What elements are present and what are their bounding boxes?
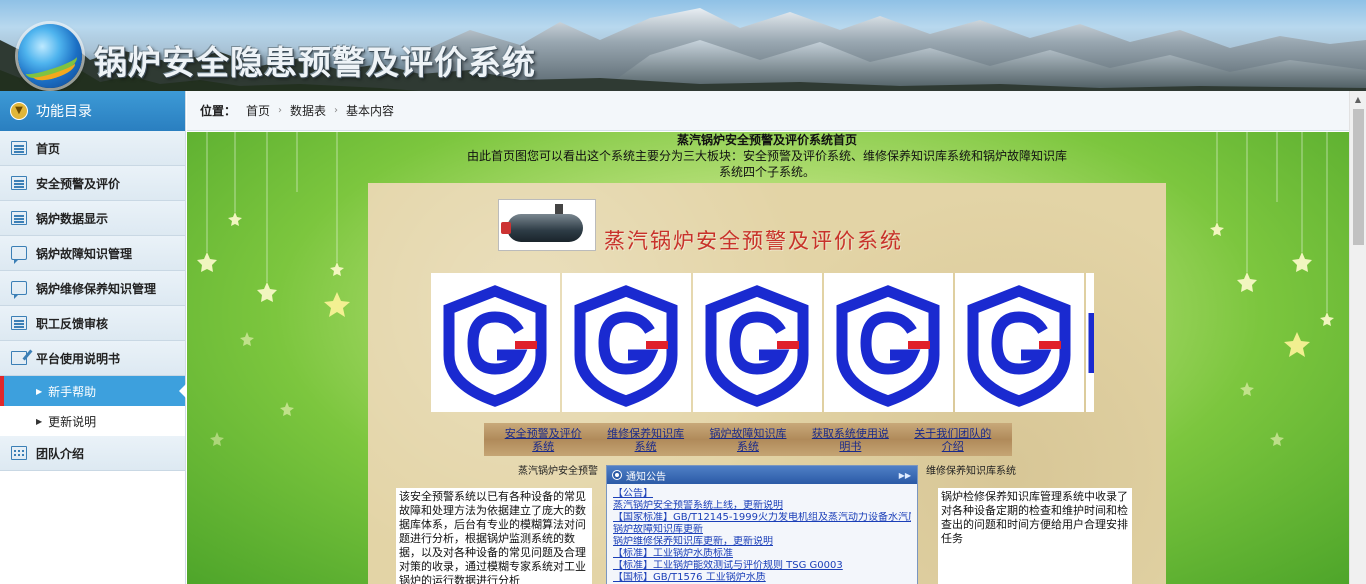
g-shield-logo-icon <box>955 273 1084 412</box>
page-title: 蒸汽锅炉安全预警及评价系统首页 <box>676 133 857 147</box>
caret-right-icon: ▶ <box>36 386 43 396</box>
sidebar-subitem-label: 更新说明 <box>48 414 97 429</box>
preview-left-column-title: 蒸汽锅炉安全预警 <box>518 466 598 477</box>
sidebar-header[interactable]: ▼ 功能目录 <box>0 91 185 131</box>
sidebar-item-team[interactable]: 团队介绍 <box>0 436 185 471</box>
g-shield-logo-icon <box>431 273 560 412</box>
list-icon <box>11 176 27 190</box>
g-shield-logo-icon <box>824 273 953 412</box>
chevron-right-icon: › <box>278 105 283 116</box>
sidebar-item-label: 安全预警及评价 <box>36 176 121 191</box>
notice-item: 蒸汽锅炉安全预警系统上线，更新说明 <box>613 500 783 511</box>
sidebar-item-label: 锅炉故障知识管理 <box>36 246 133 261</box>
list-icon <box>11 316 27 330</box>
sidebar-item-label: 首页 <box>36 141 61 156</box>
edit-icon <box>11 351 27 365</box>
preview-right-text: 锅炉检修保养知识库管理系统中收录了对各种设备定期的检查和维护时间和检查出的问题和… <box>938 488 1132 584</box>
vertical-scrollbar[interactable]: ▲ <box>1349 91 1366 584</box>
preview-nav-link: 安全预警及评价系统 <box>504 426 582 453</box>
sidebar-item-feedback-review[interactable]: 职工反馈审核 <box>0 306 185 341</box>
sidebar-item-manual[interactable]: 平台使用说明书 <box>0 341 185 376</box>
homepage-preview-image: 蒸汽锅炉安全预警及评价系统 安全预警及评价系统 维修保养知识库系统 锅炉故障知识… <box>368 183 1166 584</box>
sidebar-item-safety-warning[interactable]: 安全预警及评价 <box>0 166 185 201</box>
calendar-icon <box>11 446 27 460</box>
notice-item: 锅炉故障知识库更新 <box>613 524 703 535</box>
chevron-right-icon: › <box>334 105 339 116</box>
preview-right-column-title: 维修保养知识库系统 <box>926 466 1016 477</box>
sidebar-item-label: 锅炉数据显示 <box>36 211 109 226</box>
chat-icon <box>11 281 27 299</box>
breadcrumb-basic-content[interactable]: 基本内容 <box>346 102 394 119</box>
notice-item: 锅炉维修保养知识库更新，更新说明 <box>613 536 773 547</box>
sidebar-item-fault-knowledge[interactable]: 锅炉故障知识管理 <box>0 236 185 271</box>
g-shield-logo-icon <box>1086 273 1094 412</box>
chat-icon <box>11 246 27 264</box>
app-title: 锅炉安全隐患预警及评价系统 <box>94 43 536 82</box>
notice-item: 【国家标准】GB/T12145-1999火力发电机组及蒸汽动力设备水汽质量 <box>613 512 911 523</box>
sidebar: ▼ 功能目录 首页 安全预警及评价 锅炉数据显示 锅炉故障知识管理 锅炉维修保养… <box>0 91 186 584</box>
list-icon <box>11 211 27 225</box>
more-arrows-icon: ▶▶ <box>898 470 911 480</box>
notice-item: 【标准】工业锅炉水质标准 <box>613 548 733 559</box>
preview-notice-panel: 通知公告 ▶▶ 【公告】 蒸汽锅炉安全预警系统上线，更新说明 【国家标准】GB/… <box>606 465 918 584</box>
globe-logo-icon <box>18 24 82 88</box>
sidebar-item-label: 职工反馈审核 <box>36 316 109 331</box>
notice-item: 【公告】 <box>613 488 653 499</box>
preview-nav-link: 维修保养知识库系统 <box>607 426 685 453</box>
sidebar-subitem-label: 新手帮助 <box>48 384 97 399</box>
sidebar-item-label: 锅炉维修保养知识管理 <box>36 281 157 296</box>
intro-block: 蒸汽锅炉安全预警及评价系统首页 由此首页图您可以看出这个系统主要分为三大板块：安… <box>467 132 1067 180</box>
notice-item: 【标准】工业锅炉能效测试与评价规则 TSG G0003 <box>613 560 843 571</box>
app-header: 锅炉安全隐患预警及评价系统 <box>0 0 1366 91</box>
g-shield-logo-icon <box>693 273 822 412</box>
g-shield-logo-icon <box>562 273 691 412</box>
logo-strip <box>431 273 1094 412</box>
notice-header: 通知公告 ▶▶ <box>607 466 917 484</box>
breadcrumb-home[interactable]: 首页 <box>246 102 270 119</box>
caret-right-icon: ▶ <box>36 416 43 426</box>
preview-nav-link: 锅炉故障知识库系统 <box>709 426 787 453</box>
sidebar-subitem-beginner-help[interactable]: ▶ 新手帮助 <box>0 376 186 406</box>
preview-nav-link: 获取系统使用说明书 <box>811 426 889 453</box>
sidebar-title: 功能目录 <box>36 104 92 120</box>
preview-nav-bar: 安全预警及评价系统 维修保养知识库系统 锅炉故障知识库系统 获取系统使用说明书 … <box>484 423 1012 456</box>
scrollbar-thumb[interactable] <box>1353 109 1364 245</box>
preview-left-text: 该安全预警系统以已有各种设备的常见故障和处理方法为依据建立了庞大的数据库体系，后… <box>396 488 592 584</box>
boiler-image <box>498 199 596 251</box>
sidebar-item-boiler-data[interactable]: 锅炉数据显示 <box>0 201 185 236</box>
preview-system-title: 蒸汽锅炉安全预警及评价系统 <box>604 229 903 253</box>
notice-item: 【国标】GB/T1576 工业锅炉水质 <box>613 572 766 583</box>
notice-list: 【公告】 蒸汽锅炉安全预警系统上线，更新说明 【国家标准】GB/T12145-1… <box>607 484 917 584</box>
breadcrumb-label: 位置： <box>200 104 237 118</box>
breadcrumb-data-table[interactable]: 数据表 <box>290 102 326 119</box>
list-icon <box>11 141 27 155</box>
sidebar-subitem-update-notes[interactable]: ▶ 更新说明 <box>0 406 185 436</box>
preview-nav-link: 关于我们团队的介绍 <box>914 426 992 453</box>
main-content: 蒸汽锅炉安全预警及评价系统首页 由此首页图您可以看出这个系统主要分为三大板块：安… <box>187 132 1349 584</box>
notice-title: 通知公告 <box>626 471 666 483</box>
page-description: 由此首页图您可以看出这个系统主要分为三大板块：安全预警及评价系统、维修保养知识库… <box>467 149 1068 179</box>
breadcrumb: 位置： 首页 › 数据表 › 基本内容 <box>187 91 1349 131</box>
scroll-up-arrow-icon[interactable]: ▲ <box>1350 91 1366 108</box>
sidebar-item-label: 平台使用说明书 <box>36 351 121 366</box>
collapse-toggle-icon[interactable]: ▼ <box>10 102 28 120</box>
sidebar-item-label: 团队介绍 <box>36 446 85 461</box>
sidebar-item-home[interactable]: 首页 <box>0 131 185 166</box>
bell-icon <box>613 471 621 479</box>
sidebar-item-maintenance-knowledge[interactable]: 锅炉维修保养知识管理 <box>0 271 185 306</box>
